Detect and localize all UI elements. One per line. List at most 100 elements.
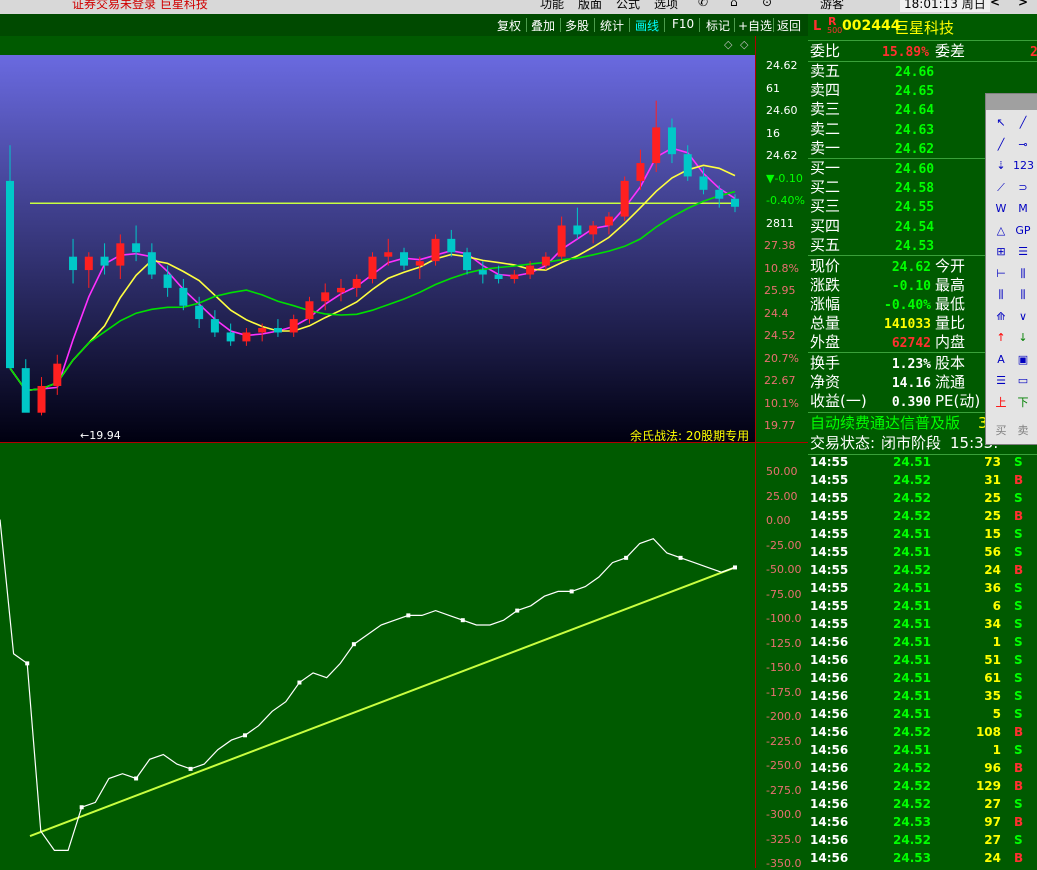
toolbar-statistics[interactable]: 统计 xyxy=(600,17,624,34)
candle-body xyxy=(21,368,30,413)
draw-tool-icon[interactable]: ↖ xyxy=(991,114,1011,132)
stat-value: -0.10 xyxy=(891,279,931,294)
draw-tool-icon[interactable]: ⊢ xyxy=(991,265,1011,283)
lock-icon[interactable]: ⌂ xyxy=(730,0,738,9)
pane-divider[interactable] xyxy=(0,442,808,456)
low-annotation: ←19.94 xyxy=(80,429,121,442)
y-tick: 10.8% xyxy=(764,261,799,275)
y-tick: 27.38 xyxy=(764,239,796,252)
indicator-line xyxy=(0,519,736,851)
candle-body xyxy=(589,225,598,235)
buy-level-price: 24.53 xyxy=(895,238,935,254)
draw-tool-icon[interactable]: ⊃ xyxy=(1013,179,1033,197)
stat-label: 现价 xyxy=(810,257,841,275)
toolbar-mark[interactable]: 标记 xyxy=(706,17,730,34)
candle-body xyxy=(573,225,582,235)
candle-body xyxy=(463,252,472,271)
toolbar-multi-stock[interactable]: 多股 xyxy=(565,17,589,34)
user-label[interactable]: 游客 xyxy=(820,0,844,12)
draw-tool-icon[interactable]: ⊸ xyxy=(1013,136,1033,154)
y-tick: -250.0 xyxy=(766,759,802,772)
draw-tool-icon[interactable]: M xyxy=(1013,200,1033,218)
candle-body xyxy=(321,292,330,302)
draw-tool-icon[interactable]: ⟰ xyxy=(991,308,1011,326)
toolbar-restore-right[interactable]: 复权 xyxy=(497,17,521,34)
back-arrow-icon[interactable]: < xyxy=(990,0,1000,9)
diamond-icon[interactable]: ◇ xyxy=(724,38,732,51)
buy-tool[interactable]: 买 xyxy=(991,422,1011,440)
stat-label: 涨幅 xyxy=(810,295,841,313)
draw-tool-icon[interactable]: ╱ xyxy=(991,136,1011,154)
weicha-label: 委差 xyxy=(935,42,966,60)
drawing-toolbox[interactable]: 买 卖 ↖ ╱ ╱ ⊸ ⇣ 123 ⟋ ⊃ W M △ GP ⊞ ☰ ⊢ ⫼ ⫼ ⫼ ⟰ ∨ ↑ ↓ A ▣ ☰ ▭ 上下 xyxy=(985,93,1037,445)
draw-tool-icon[interactable]: ∨ xyxy=(1013,308,1033,326)
draw-tool-icon[interactable]: ▣ xyxy=(1013,351,1033,369)
tick-volume: 24 xyxy=(984,851,1001,865)
tick-volume: 51 xyxy=(984,653,1001,667)
draw-tool-icon[interactable]: 下 xyxy=(1013,394,1033,412)
candle-body xyxy=(69,256,78,271)
diamond-icon-2[interactable]: ◇ xyxy=(740,38,748,51)
tick-side: B xyxy=(1014,779,1024,793)
menu-layout[interactable]: 版面 xyxy=(578,0,602,12)
toolbar-add-favorite[interactable]: +自选 xyxy=(738,17,772,34)
menu-function[interactable]: 功能 xyxy=(540,0,564,12)
indicator-chart[interactable] xyxy=(0,455,755,868)
indicator-point xyxy=(351,642,356,647)
draw-tool-icon[interactable]: ⫼ xyxy=(1013,286,1033,304)
promo-text[interactable]: 自动续费通达信普及版 xyxy=(810,414,960,433)
draw-tool-icon[interactable]: A xyxy=(991,351,1011,369)
tick-price: 24.52 xyxy=(893,563,931,577)
tick-side: S xyxy=(1014,689,1023,703)
tick-side: B xyxy=(1014,851,1024,865)
draw-tool-icon[interactable]: ⫼ xyxy=(991,286,1011,304)
toolbar-f10[interactable]: F10 xyxy=(672,17,694,31)
indicator-svg[interactable] xyxy=(0,455,755,868)
draw-tool-icon[interactable]: ⊞ xyxy=(991,243,1011,261)
y-tick: -200.0 xyxy=(766,710,802,723)
y-tick: 24.62 xyxy=(766,149,798,162)
draw-tool-icon[interactable]: ↑ xyxy=(991,329,1011,347)
draw-tool-icon[interactable]: 123 xyxy=(1013,157,1034,175)
draw-tool-icon[interactable]: ⇣ xyxy=(991,157,1011,175)
toolbar-draw-line[interactable]: 画线 xyxy=(635,17,659,34)
menu-formula[interactable]: 公式 xyxy=(616,0,640,12)
draw-tool-icon[interactable]: ⟋ xyxy=(991,179,1011,197)
candle-body xyxy=(163,274,172,288)
candle-body xyxy=(400,252,409,266)
camera-icon[interactable]: ⊙ xyxy=(762,0,772,9)
forward-arrow-icon[interactable]: > xyxy=(1018,0,1028,9)
sell-tool[interactable]: 卖 xyxy=(1013,422,1033,440)
y-tick: -325.0 xyxy=(766,832,802,846)
candle-body xyxy=(116,243,125,266)
candle-body xyxy=(305,301,314,320)
draw-tool-icon[interactable]: GP xyxy=(1013,222,1033,240)
menu-options[interactable]: 选项 xyxy=(654,0,678,12)
toolbox-titlebar[interactable] xyxy=(986,94,1037,110)
draw-tool-icon[interactable]: ⫼ xyxy=(1013,265,1033,283)
draw-tool-icon[interactable]: W xyxy=(991,200,1011,218)
y-tick: 24.60 xyxy=(766,104,798,117)
trend-line[interactable] xyxy=(29,566,736,837)
draw-tool-icon[interactable]: ▭ xyxy=(1013,372,1033,390)
draw-tool-icon[interactable]: ╱ xyxy=(1013,114,1033,132)
draw-tool-icon[interactable]: ☰ xyxy=(991,372,1011,390)
draw-tool-icon[interactable]: △ xyxy=(991,222,1011,240)
draw-tool-icon[interactable]: 上 xyxy=(991,394,1011,412)
draw-tool-icon[interactable]: ☰ xyxy=(1013,243,1033,261)
toolbar-overlay[interactable]: 叠加 xyxy=(531,17,555,34)
kline-chart[interactable]: ←19.94 余氏战法: 20股期专用 xyxy=(0,55,755,442)
stat-label-2: 内盘 xyxy=(935,333,966,351)
toolbar-return[interactable]: 返回 xyxy=(777,17,801,34)
kline-svg[interactable]: ←19.94 xyxy=(0,55,755,442)
tick-volume: 27 xyxy=(984,797,1001,811)
tick-time: 14:56 xyxy=(810,815,849,829)
stat2-value: 14.16 xyxy=(891,376,931,391)
y-tick: 0.00 xyxy=(766,514,791,527)
phone-icon[interactable]: ✆ xyxy=(698,0,708,9)
draw-tool-icon[interactable]: ↓ xyxy=(1013,329,1033,347)
sell-level-label: 卖一 xyxy=(810,138,841,157)
candle-body xyxy=(195,305,204,320)
tick-time: 14:55 xyxy=(810,491,849,505)
tick-time: 14:56 xyxy=(810,689,849,703)
